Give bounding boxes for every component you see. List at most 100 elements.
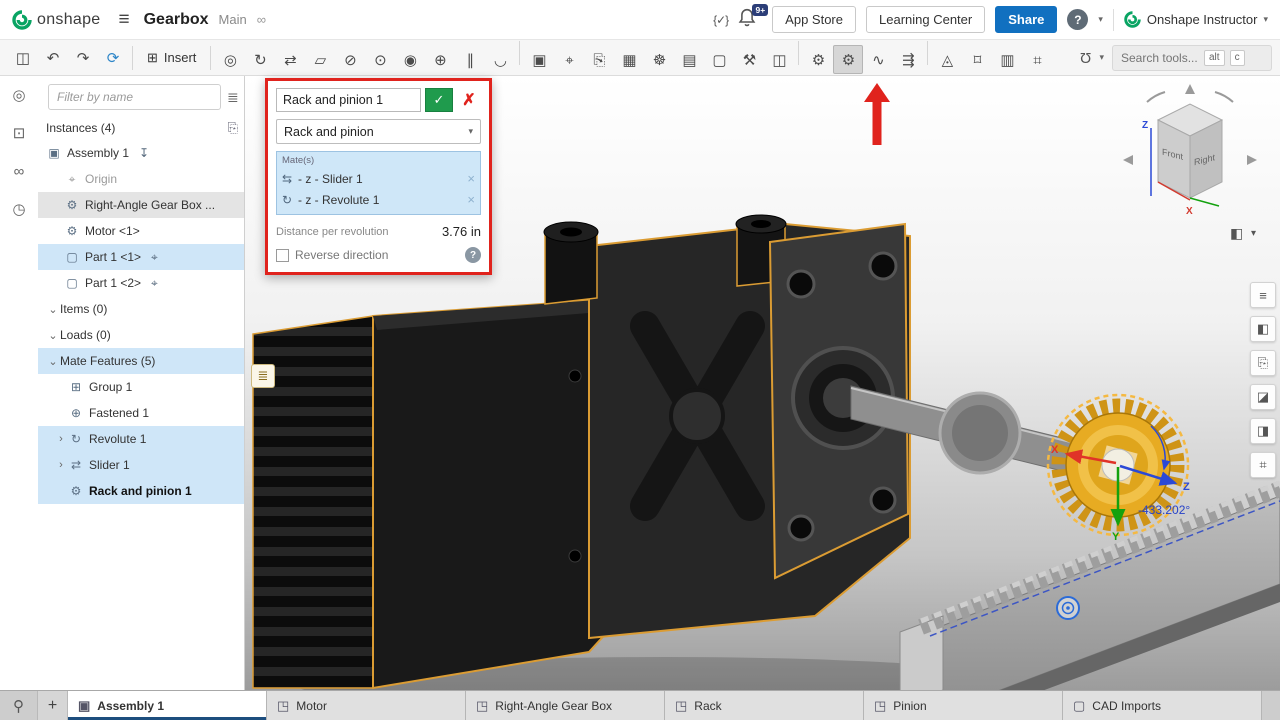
dialog-help-icon[interactable]: ? bbox=[465, 247, 481, 263]
tree-row-motor[interactable]: ⚙ Motor <1> bbox=[38, 218, 244, 244]
view-cube-menu-icon[interactable]: ◧ bbox=[1230, 225, 1243, 241]
replicate-icon[interactable]: ⎘ bbox=[584, 46, 614, 75]
tangent-mate-icon[interactable]: ◡ bbox=[485, 45, 515, 74]
assembly-tree-flyout-icon[interactable]: ≣ bbox=[251, 364, 275, 388]
section-view-icon[interactable]: ◪ bbox=[1250, 384, 1276, 410]
bom-icon[interactable]: ▥ bbox=[992, 45, 1022, 74]
configurations-icon[interactable]: ⚒ bbox=[734, 45, 764, 74]
relation-type-dropdown[interactable]: Rack and pinion ▾ bbox=[276, 119, 481, 144]
help-icon[interactable]: ? bbox=[1067, 9, 1088, 30]
gear-relation-icon[interactable]: ⚙ bbox=[803, 45, 833, 74]
group-icon[interactable]: ▣ bbox=[524, 45, 554, 74]
learning-center-button[interactable]: Learning Center bbox=[866, 6, 985, 33]
rollback-icon[interactable]: ⟳ bbox=[98, 43, 128, 72]
panels-icon[interactable]: ◫ bbox=[8, 43, 38, 72]
interference-icon[interactable]: ⌗ bbox=[1022, 46, 1052, 75]
comments-icon[interactable]: ⊡ bbox=[6, 120, 32, 146]
cylindrical-mate-icon[interactable]: ⊘ bbox=[335, 45, 365, 74]
view-settings-icon[interactable]: ◧ bbox=[1250, 316, 1276, 342]
loads-section-header[interactable]: ⌄ Loads (0) bbox=[38, 322, 244, 348]
insert-button[interactable]: ⊞ Insert bbox=[137, 43, 206, 72]
orbit-up-arrow[interactable] bbox=[1185, 84, 1195, 94]
orbit-left-arrow[interactable] bbox=[1123, 155, 1133, 165]
tree-row-slider-1[interactable]: › ⇄ Slider 1 bbox=[38, 452, 244, 478]
tab-rack[interactable]: ◳Rack bbox=[665, 691, 864, 720]
standard-content-icon[interactable]: ▤ bbox=[674, 45, 704, 74]
browser-panel-icon[interactable]: ≡ bbox=[1250, 282, 1276, 308]
mate-icon[interactable]: ◎ bbox=[215, 45, 245, 74]
account-menu[interactable]: Onshape Instructor ▾ bbox=[1124, 11, 1268, 28]
items-section-header[interactable]: ⌄ Items (0) bbox=[38, 296, 244, 322]
slider-mate-icon[interactable]: ⇄ bbox=[275, 45, 305, 74]
tree-row-part-1-1[interactable]: ▢ Part 1 <1> ⌖ bbox=[38, 244, 244, 270]
pin-slot-mate-icon[interactable]: ⊙ bbox=[365, 45, 395, 74]
document-menu-icon[interactable]: ≡ bbox=[119, 9, 130, 31]
parallel-mate-icon[interactable]: ∥ bbox=[455, 45, 485, 74]
search-tools-input[interactable] bbox=[1121, 51, 1199, 65]
tree-row-part-1-2[interactable]: ▢ Part 1 <2> ⌖ bbox=[38, 270, 244, 296]
workspace-name[interactable]: Main bbox=[219, 12, 247, 27]
distance-per-revolution-input[interactable] bbox=[417, 224, 481, 239]
tree-row-rack-and-pinion-1[interactable]: ⚙ Rack and pinion 1 bbox=[38, 478, 244, 504]
share-link-icon[interactable]: ∞ bbox=[257, 12, 266, 27]
tree-row-revolute-1[interactable]: › ↻ Revolute 1 bbox=[38, 426, 244, 452]
planar-mate-icon[interactable]: ▱ bbox=[305, 45, 335, 74]
tab-motor[interactable]: ◳Motor bbox=[267, 691, 466, 720]
remove-mate-icon[interactable]: × bbox=[467, 192, 475, 207]
onshape-logo[interactable]: onshape bbox=[12, 10, 101, 30]
orbit-right-arrow[interactable] bbox=[1247, 155, 1257, 165]
tab-pinion[interactable]: ◳Pinion bbox=[864, 691, 1063, 720]
view-cube[interactable]: Front Right Z X ◧ ▾ bbox=[1123, 84, 1257, 241]
tree-row-assembly-1[interactable]: ▣ Assembly 1 ↧ bbox=[38, 140, 244, 166]
named-positions-icon[interactable]: ⌑ bbox=[962, 45, 992, 74]
filter-list-icon[interactable]: ≣ bbox=[227, 89, 239, 106]
mate-item-slider[interactable]: ⇆ - z - Slider 1 × bbox=[282, 168, 475, 189]
linked-documents-icon[interactable]: ∞ bbox=[6, 158, 32, 184]
snap-mode-caret-icon[interactable]: ▾ bbox=[1099, 52, 1104, 63]
motor-part[interactable] bbox=[253, 300, 611, 688]
mate-item-revolute[interactable]: ↻ - z - Revolute 1 × bbox=[282, 189, 475, 210]
display-states-icon[interactable]: ◫ bbox=[764, 45, 794, 74]
featurescript-notices-icon[interactable]: {✓} bbox=[713, 13, 728, 27]
ball-mate-icon[interactable]: ◉ bbox=[395, 45, 425, 74]
in-context-icon[interactable]: ▢ bbox=[704, 45, 734, 74]
tree-row-origin[interactable]: ⌖ Origin bbox=[38, 166, 244, 192]
mate-name-input[interactable] bbox=[276, 88, 421, 112]
tree-row-group-1[interactable]: ⊞ Group 1 bbox=[38, 374, 244, 400]
rack-and-pinion-relation-icon[interactable]: ⚙ bbox=[833, 45, 863, 74]
view-cube-menu-caret-icon[interactable]: ▾ bbox=[1251, 228, 1256, 239]
search-tools-box[interactable]: alt c bbox=[1112, 45, 1272, 71]
appearance-icon[interactable]: ◨ bbox=[1250, 418, 1276, 444]
tab-assembly-1[interactable]: ▣Assembly 1 bbox=[68, 691, 267, 720]
notifications-button[interactable]: 9+ bbox=[738, 8, 762, 32]
measure-icon[interactable]: ⌗ bbox=[1250, 452, 1276, 478]
mates-selection-box[interactable]: Mate(s) ⇆ - z - Slider 1 × ↻ - z - Revol… bbox=[276, 151, 481, 215]
search-tabs-icon[interactable]: ⚲ bbox=[0, 691, 38, 720]
tab-right-angle-gear-box[interactable]: ◳Right-Angle Gear Box bbox=[466, 691, 665, 720]
instances-section-header[interactable]: Instances (4) ⎘ bbox=[38, 116, 244, 140]
reverse-direction-checkbox[interactable] bbox=[276, 249, 289, 262]
linear-relation-icon[interactable]: ⇶ bbox=[893, 45, 923, 74]
tab-cad-imports[interactable]: ▢CAD Imports bbox=[1063, 691, 1262, 720]
mate-connector-icon[interactable]: ⌖ bbox=[554, 46, 584, 75]
cancel-button[interactable]: ✗ bbox=[457, 88, 481, 112]
slider-mate-marker[interactable] bbox=[1057, 597, 1079, 619]
versions-history-icon[interactable]: ◷ bbox=[6, 196, 32, 222]
revolute-mate-icon[interactable]: ↻ bbox=[245, 45, 275, 74]
remove-mate-icon[interactable]: × bbox=[467, 171, 475, 186]
undo-icon[interactable]: ↶ bbox=[38, 43, 68, 72]
snap-mode-icon[interactable]: Ω bbox=[1080, 49, 1091, 66]
help-caret-icon[interactable]: ▾ bbox=[1098, 14, 1103, 25]
linear-pattern-icon[interactable]: ▦ bbox=[614, 45, 644, 74]
new-tab-button[interactable]: + bbox=[38, 691, 68, 720]
circular-pattern-icon[interactable]: ☸ bbox=[644, 45, 674, 74]
orbit-roll-left[interactable] bbox=[1147, 92, 1165, 102]
mate-features-section-header[interactable]: ⌄ Mate Features (5) bbox=[38, 348, 244, 374]
share-button[interactable]: Share bbox=[995, 6, 1057, 33]
redo-icon[interactable]: ↷ bbox=[68, 43, 98, 72]
accept-button[interactable]: ✓ bbox=[425, 88, 453, 112]
tree-row-fastened-1[interactable]: ⊕ Fastened 1 bbox=[38, 400, 244, 426]
fastened-mate-icon[interactable]: ⊕ bbox=[425, 45, 455, 74]
app-store-button[interactable]: App Store bbox=[772, 6, 856, 33]
orbit-roll-right[interactable] bbox=[1215, 92, 1233, 102]
